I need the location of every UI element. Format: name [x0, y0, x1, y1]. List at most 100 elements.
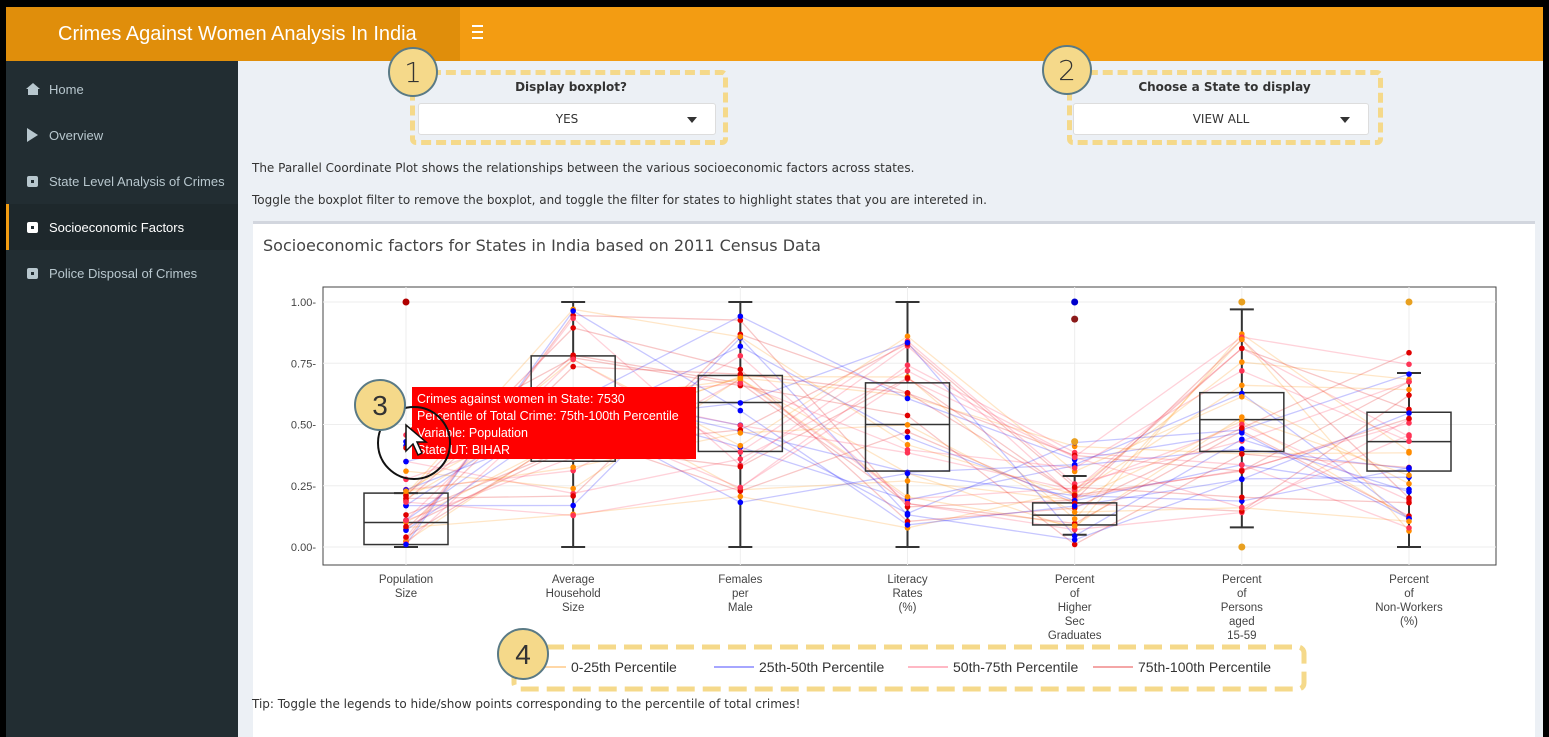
legend-item[interactable]: 50th-75th Percentile [908, 659, 1079, 675]
data-point [904, 441, 911, 448]
data-point [1406, 349, 1412, 356]
data-point [570, 325, 576, 331]
x-tick-label: of [1404, 588, 1414, 600]
data-point [1406, 480, 1412, 487]
data-point [1071, 484, 1078, 490]
data-point [737, 493, 744, 500]
data-point [1239, 414, 1245, 420]
data-point [737, 484, 744, 491]
x-tick-label: Sec [1065, 616, 1085, 628]
x-tick-label: of [1070, 588, 1080, 600]
x-tick-label: Size [395, 588, 417, 600]
x-tick-label: Persons [1221, 602, 1263, 614]
data-point [403, 523, 409, 530]
data-point [904, 522, 911, 528]
tip-text: Tip: Toggle the legends to hide/show poi… [252, 697, 801, 711]
data-point [570, 363, 576, 370]
data-point [1239, 451, 1245, 457]
outlier-point [1405, 298, 1413, 306]
data-point [1071, 503, 1078, 509]
data-point [1406, 432, 1412, 438]
data-point [1406, 386, 1412, 393]
x-tick-label: Percent [1055, 574, 1095, 586]
y-tick-label: 0.75- [291, 358, 316, 370]
x-tick-label: per [732, 588, 749, 600]
x-tick-label: Male [728, 602, 753, 614]
data-point [737, 375, 744, 382]
x-tick-label: of [1237, 588, 1247, 600]
data-point [1239, 336, 1245, 343]
tooltip-line: Crimes against women in State: 7530 [417, 392, 625, 406]
x-tick-label: Average [552, 574, 595, 586]
legend-label: 0-25th Percentile [571, 659, 677, 675]
outlier-point [1238, 543, 1246, 551]
marker-label: 4 [515, 639, 531, 670]
x-tick-label: Percent [1389, 574, 1429, 586]
x-tick-label: Females [718, 574, 762, 586]
y-tick-label: 0.00- [291, 542, 316, 554]
data-point [737, 463, 744, 470]
x-tick-label: aged [1229, 616, 1255, 628]
legend-item[interactable]: 25th-50th Percentile [714, 659, 885, 675]
data-point [1406, 438, 1412, 445]
data-point [403, 541, 409, 548]
legend-label: 75th-100th Percentile [1138, 659, 1271, 675]
data-point [1239, 430, 1245, 436]
data-point [904, 493, 911, 500]
x-tick-label: Size [562, 602, 584, 614]
data-point [1406, 499, 1412, 506]
data-point [737, 343, 744, 350]
outlier-point [1071, 315, 1079, 323]
data-point [1239, 476, 1245, 483]
legend-item[interactable]: 75th-100th Percentile [1093, 659, 1271, 675]
x-tick-label: Household [546, 588, 601, 600]
outlier-point [402, 298, 410, 306]
data-point [1239, 425, 1245, 431]
data-point [1406, 415, 1412, 422]
data-point [737, 313, 744, 320]
data-point [570, 512, 576, 519]
data-point [1239, 394, 1245, 400]
data-point [904, 422, 911, 428]
data-point [737, 499, 744, 506]
data-point [1239, 359, 1245, 365]
data-point [1071, 509, 1078, 515]
data-point [403, 512, 409, 518]
app-window: Crimes Against Women Analysis In India H… [6, 7, 1543, 737]
legend-item[interactable]: 0-25th Percentile [526, 659, 677, 675]
data-point [737, 407, 744, 414]
data-point [403, 517, 409, 523]
data-point [1406, 450, 1412, 456]
x-tick-label: Higher [1058, 602, 1092, 614]
x-tick-label: Percent [1222, 574, 1262, 586]
data-point [1406, 465, 1412, 471]
data-point [904, 500, 911, 507]
outlier-point [1071, 438, 1079, 446]
data-point [1406, 518, 1412, 525]
data-point [1406, 392, 1412, 398]
data-point [1071, 492, 1078, 498]
data-point [570, 502, 576, 509]
data-point [904, 375, 911, 381]
data-point [1239, 382, 1245, 389]
data-point [403, 488, 409, 494]
data-point [904, 512, 911, 518]
step-marker-4: 4 [497, 628, 549, 680]
data-point [570, 308, 576, 314]
data-point [737, 353, 744, 359]
x-tick-label: Literacy [887, 574, 928, 586]
data-point [737, 430, 744, 436]
x-tick-label: 15-59 [1227, 630, 1256, 642]
data-point [904, 339, 911, 346]
x-tick-label: Graduates [1048, 630, 1102, 642]
data-point [570, 464, 576, 471]
data-point [1071, 516, 1078, 522]
data-point [1406, 371, 1412, 377]
data-point [737, 442, 744, 449]
marker-label: 3 [372, 390, 388, 421]
data-point [1071, 533, 1078, 539]
legend-label: 25th-50th Percentile [759, 659, 885, 675]
data-point [737, 334, 744, 340]
data-point [904, 412, 911, 419]
data-point [904, 395, 911, 402]
